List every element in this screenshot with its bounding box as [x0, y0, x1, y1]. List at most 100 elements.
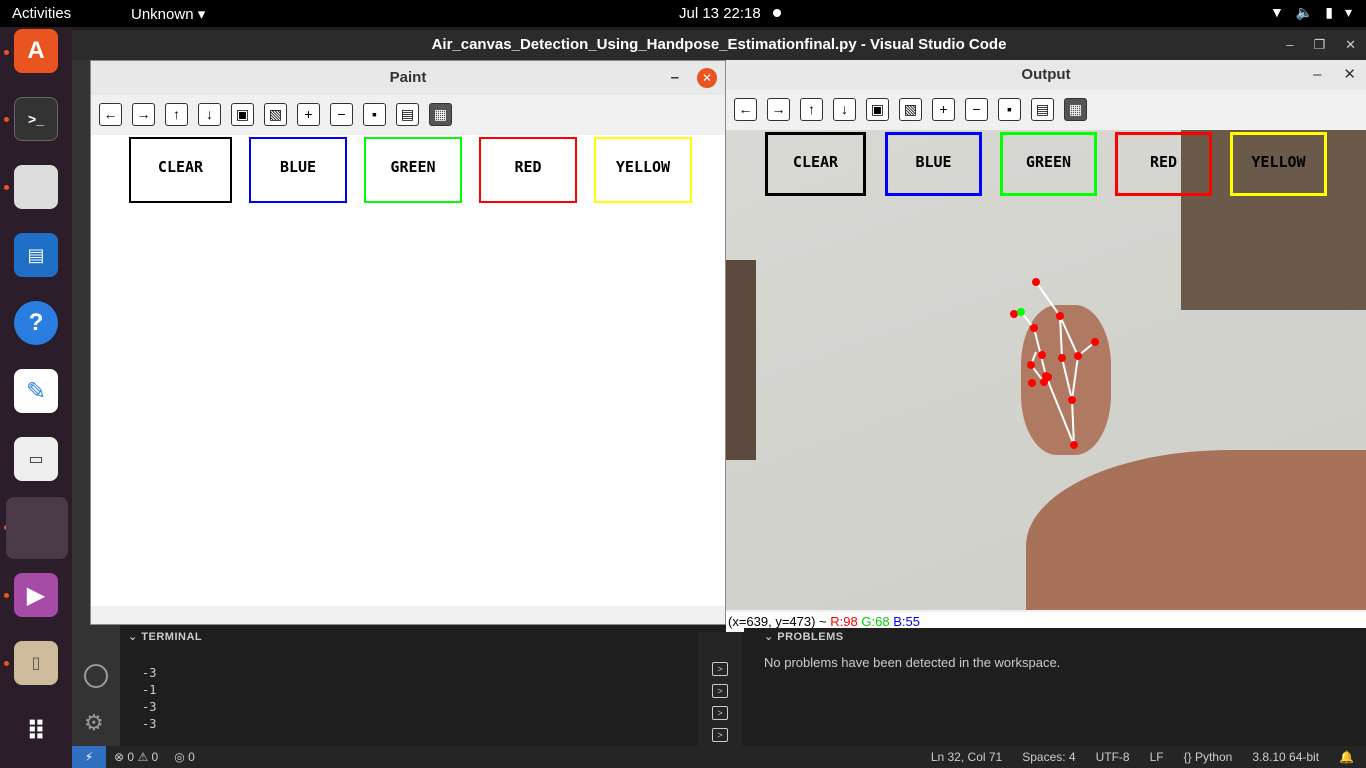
terminal-panel[interactable]: ⌄ TERMINAL -3 -1 -3 -3 [120, 628, 692, 746]
close-icon[interactable]: ✕ [697, 68, 717, 88]
problems-panel[interactable]: ⌄ PROBLEMS No problems have been detecte… [744, 628, 1366, 746]
top-bar: Activities Unknown ▾ Jul 13 22:18 ▼ 🔈 ▮ … [0, 0, 1366, 27]
ports-count: 0 [188, 750, 195, 764]
clipboard-icon[interactable]: ▤ [396, 102, 419, 126]
yellow-box: YELLOW [1230, 132, 1327, 196]
arrow-left-icon[interactable]: ← [734, 97, 757, 121]
clear-box: CLEAR [129, 137, 232, 203]
system-tray[interactable]: ▼ 🔈 ▮ ▾ [1270, 4, 1352, 21]
document-viewer-icon[interactable]: ▭ [14, 437, 58, 481]
warning-icon: ⚠ [137, 750, 149, 764]
terminal-instance-icon[interactable]: > [712, 684, 728, 698]
gear-icon[interactable]: ⚙ [84, 710, 104, 736]
media-player-icon[interactable]: ▶ [14, 573, 58, 617]
arrow-up-icon[interactable]: ↑ [165, 102, 188, 126]
image-settings-icon[interactable]: ▧ [899, 97, 922, 121]
paint-window: Paint – ✕ ← → ↑ ↓ ▣ ▧ + − ▪ ▤ ▦ CLEAR BL… [90, 60, 726, 625]
restore-icon[interactable]: ❐ [1313, 30, 1325, 60]
blue-box: BLUE [885, 132, 982, 196]
hand-landmarks [1010, 278, 1099, 449]
bell-icon[interactable]: 🔔 [1339, 746, 1354, 768]
minimize-icon[interactable]: – [671, 61, 679, 95]
chevron-down-icon: ▾ [197, 6, 206, 23]
problems-message: No problems have been detected in the wo… [764, 655, 1061, 670]
zoom-out-icon[interactable]: − [330, 102, 353, 126]
arrow-right-icon[interactable]: → [767, 97, 790, 121]
ubuntu-software-icon[interactable]: A [14, 29, 58, 73]
line-ending[interactable]: LF [1150, 746, 1164, 768]
language-label: Python [1194, 750, 1233, 764]
zoom-out-icon[interactable]: − [965, 97, 988, 121]
output-toolbar: ← → ↑ ↓ ▣ ▧ + − ▪ ▤ ▦ [726, 90, 1366, 128]
image-icon[interactable]: ▣ [231, 102, 254, 126]
output-window: Output – ✕ ← → ↑ ↓ ▣ ▧ + − ▪ ▤ ▦ CLEAR B… [726, 60, 1366, 632]
help-icon[interactable]: ? [14, 301, 58, 345]
paint-title: Paint [389, 69, 427, 86]
terminal-instance-icon[interactable]: > [712, 706, 728, 720]
camera-feed[interactable]: CLEAR BLUE GREEN RED YELLOW [726, 130, 1366, 610]
terminal-header[interactable]: ⌄ TERMINAL [120, 628, 692, 645]
text-editor-icon[interactable]: ✎ [14, 369, 58, 413]
image-settings-icon[interactable]: ▧ [264, 102, 287, 126]
save-icon[interactable]: ▪ [998, 97, 1021, 121]
chevron-down-icon: ⌄ [764, 631, 774, 643]
account-icon[interactable] [84, 664, 108, 688]
green-box: GREEN [364, 137, 462, 203]
interpreter[interactable]: 3.8.10 64-bit [1252, 746, 1319, 768]
arrow-down-icon[interactable]: ↓ [198, 102, 221, 126]
dock: A >_ ▤ ? ✎ ▭ ▶ ▯ ⠿ [0, 27, 72, 768]
close-icon[interactable]: ✕ [1343, 60, 1356, 90]
terminal-icon[interactable]: >_ [14, 97, 58, 141]
clock[interactable]: Jul 13 22:18 [679, 5, 761, 22]
pixel-g: G:68 [861, 614, 890, 629]
language-mode[interactable]: {} Python [1184, 746, 1233, 768]
running-indicator [4, 185, 9, 190]
problems-status[interactable]: ⊗ 0 ⚠ 0 [114, 746, 158, 768]
indentation[interactable]: Spaces: 4 [1022, 746, 1075, 768]
cursor-position[interactable]: Ln 32, Col 71 [931, 746, 1002, 768]
paint-titlebar: Paint – ✕ [91, 61, 725, 95]
window-title: Air_canvas_Detection_Using_Handpose_Esti… [431, 36, 1007, 53]
paint-canvas[interactable]: CLEAR BLUE GREEN RED YELLOW [91, 135, 725, 606]
zoom-in-icon[interactable]: + [932, 97, 955, 121]
ports-status[interactable]: ◎ 0 [174, 746, 195, 768]
zoom-in-icon[interactable]: + [297, 102, 320, 126]
running-indicator [4, 117, 9, 122]
arrow-right-icon[interactable]: → [132, 102, 155, 126]
active-app-icon[interactable] [6, 497, 68, 559]
output-titlebar: Output – ✕ [726, 60, 1366, 90]
wifi-icon: ▼ [1269, 4, 1284, 20]
save-icon[interactable]: ▪ [363, 102, 386, 126]
terminal-line: -3 [142, 666, 157, 680]
terminal-instance-icon[interactable]: > [712, 728, 728, 742]
files-icon[interactable] [14, 165, 58, 209]
arrow-up-icon[interactable]: ↑ [800, 97, 823, 121]
running-indicator [4, 50, 9, 55]
archive-icon[interactable]: ▯ [14, 641, 58, 685]
warning-count: 0 [151, 750, 159, 764]
terminal-instance-icon[interactable]: > [712, 662, 728, 676]
error-icon: ⊗ [114, 750, 125, 764]
output-title: Output [1021, 66, 1071, 83]
properties-icon[interactable]: ▦ [1064, 97, 1087, 121]
red-box: RED [1115, 132, 1212, 196]
activities-button[interactable]: Activities [12, 5, 71, 22]
encoding[interactable]: UTF-8 [1096, 746, 1130, 768]
minimize-icon[interactable]: – [1286, 30, 1293, 60]
image-icon[interactable]: ▣ [866, 97, 889, 121]
error-count: 0 [127, 750, 135, 764]
remote-icon[interactable]: ⚡ [72, 746, 106, 768]
arrow-left-icon[interactable]: ← [99, 102, 122, 126]
clear-box: CLEAR [765, 132, 866, 196]
problems-header[interactable]: ⌄ PROBLEMS [744, 628, 1366, 643]
minimize-icon[interactable]: – [1313, 60, 1321, 90]
vscode-titlebar: Air_canvas_Detection_Using_Handpose_Esti… [72, 30, 1366, 60]
writer-icon[interactable]: ▤ [14, 233, 58, 277]
battery-icon: ▮ [1325, 4, 1333, 20]
arrow-down-icon[interactable]: ↓ [833, 97, 856, 121]
clipboard-icon[interactable]: ▤ [1031, 97, 1054, 121]
app-menu[interactable]: Unknown ▾ [131, 5, 205, 23]
properties-icon[interactable]: ▦ [429, 102, 452, 126]
show-apps-icon[interactable]: ⠿ [14, 709, 58, 753]
close-icon[interactable]: ✕ [1345, 30, 1356, 60]
